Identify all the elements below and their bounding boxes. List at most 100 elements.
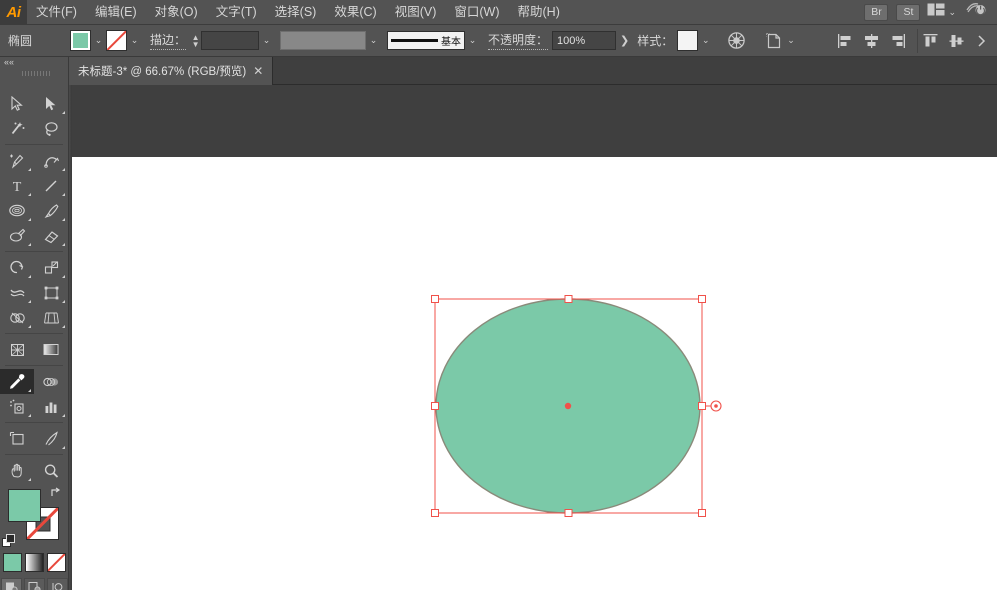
eyedropper-tool[interactable] bbox=[0, 369, 34, 394]
selection-handle[interactable] bbox=[698, 509, 706, 517]
selection-handle[interactable] bbox=[431, 295, 439, 303]
tool-more-indicator-icon bbox=[28, 193, 31, 196]
color-mode-button[interactable] bbox=[2, 553, 22, 572]
blend-icon bbox=[42, 374, 60, 390]
none-mode-button[interactable] bbox=[46, 553, 66, 572]
align-left-icon[interactable] bbox=[832, 29, 858, 53]
fill-color-swatch[interactable] bbox=[70, 30, 92, 51]
menu-help[interactable]: 帮助(H) bbox=[509, 0, 569, 25]
draw-behind-button[interactable] bbox=[23, 578, 45, 590]
scale-tool[interactable] bbox=[34, 255, 68, 280]
free-transform-tool[interactable] bbox=[34, 280, 68, 305]
symbol-sprayer-tool[interactable] bbox=[0, 394, 34, 419]
stock-button[interactable]: St bbox=[896, 3, 921, 21]
gradient-tool[interactable] bbox=[34, 337, 68, 362]
slice-tool[interactable] bbox=[34, 426, 68, 451]
hand-tool[interactable] bbox=[0, 458, 34, 483]
selection-handle[interactable] bbox=[564, 509, 573, 517]
selection-tool[interactable] bbox=[0, 91, 34, 116]
brush-definition-chevron-down-icon[interactable]: ⌄ bbox=[465, 30, 480, 51]
close-icon[interactable]: ✕ bbox=[253, 65, 263, 77]
perspective-grid-tool[interactable] bbox=[34, 305, 68, 330]
tool-more-indicator-icon bbox=[28, 300, 31, 303]
draw-normal-button[interactable] bbox=[0, 578, 22, 590]
align-right-icon[interactable] bbox=[884, 29, 910, 53]
width-tool[interactable] bbox=[0, 280, 34, 305]
artboard-tool[interactable] bbox=[0, 426, 34, 451]
workspace-switcher[interactable]: ⌄ bbox=[927, 3, 956, 21]
blend-tool[interactable] bbox=[34, 369, 68, 394]
eraser-tool[interactable] bbox=[34, 223, 68, 248]
menu-type[interactable]: 文字(T) bbox=[207, 0, 266, 25]
selection-handle[interactable] bbox=[698, 402, 706, 410]
shaper-tool[interactable] bbox=[0, 223, 34, 248]
draw-inside-button[interactable] bbox=[46, 578, 68, 590]
magic-wand-icon bbox=[9, 121, 26, 137]
type-tool[interactable]: T bbox=[0, 173, 34, 198]
lasso-tool[interactable] bbox=[34, 116, 68, 141]
stroke-color-swatch[interactable] bbox=[106, 30, 128, 51]
swap-fill-stroke-icon[interactable] bbox=[50, 487, 63, 503]
style-chevron-down-icon[interactable]: ⌄ bbox=[698, 30, 713, 51]
stroke-weight-stepper[interactable]: ▲ ▼ bbox=[190, 30, 201, 51]
variable-width-profile-input[interactable] bbox=[280, 31, 367, 50]
tools-panel-header: «« bbox=[0, 57, 68, 76]
selection-arrow-icon bbox=[9, 95, 25, 112]
menu-window[interactable]: 窗口(W) bbox=[445, 0, 508, 25]
selection-handle[interactable] bbox=[431, 402, 439, 410]
selection-handle[interactable] bbox=[698, 295, 706, 303]
magic-wand-tool[interactable] bbox=[0, 116, 34, 141]
selection-handle[interactable] bbox=[564, 295, 573, 303]
panel-overflow-icon[interactable] bbox=[969, 29, 995, 53]
curvature-tool[interactable] bbox=[34, 148, 68, 173]
zoom-tool[interactable] bbox=[34, 458, 68, 483]
eraser-icon bbox=[43, 228, 60, 244]
direct-selection-arrow-icon bbox=[43, 96, 59, 112]
brush-definition-select[interactable]: 基本 bbox=[387, 31, 466, 50]
selection-handle[interactable] bbox=[431, 509, 439, 517]
stroke-weight-chevron-down-icon[interactable]: ⌄ bbox=[259, 30, 274, 51]
align-top-icon[interactable] bbox=[917, 28, 943, 53]
fill-indicator-swatch[interactable] bbox=[8, 489, 41, 522]
collapse-panel-icon[interactable]: «« bbox=[4, 58, 14, 67]
align-center-horizontal-icon[interactable] bbox=[858, 29, 884, 53]
tool-more-indicator-icon bbox=[62, 193, 65, 196]
stroke-weight-input[interactable] bbox=[201, 31, 260, 50]
graphic-style-swatch[interactable] bbox=[677, 30, 699, 51]
paintbrush-tool[interactable] bbox=[34, 198, 68, 223]
stroke-chevron-down-icon[interactable]: ⌄ bbox=[127, 30, 142, 51]
menu-view[interactable]: 视图(V) bbox=[386, 0, 446, 25]
document-setup-icon[interactable] bbox=[761, 29, 787, 53]
document-canvas-area[interactable] bbox=[69, 85, 997, 590]
bridge-button[interactable]: Br bbox=[864, 3, 889, 21]
align-center-vertical-icon[interactable] bbox=[943, 29, 969, 53]
opacity-options-arrow-icon[interactable]: ❯ bbox=[616, 34, 633, 47]
gradient-mode-button[interactable] bbox=[24, 553, 44, 572]
document-tab[interactable]: 未标题-3* @ 66.67% (RGB/预览) ✕ bbox=[69, 57, 274, 85]
tool-more-indicator-icon bbox=[28, 168, 31, 171]
menu-file[interactable]: 文件(F) bbox=[27, 0, 86, 25]
rotate-tool[interactable] bbox=[0, 255, 34, 280]
direct-selection-tool[interactable] bbox=[34, 91, 68, 116]
tool-group-divider bbox=[5, 365, 63, 366]
recolor-artwork-icon[interactable] bbox=[723, 29, 749, 53]
mesh-tool[interactable] bbox=[0, 337, 34, 362]
shape-center-point bbox=[564, 402, 572, 410]
pen-tool[interactable] bbox=[0, 148, 34, 173]
shape-builder-tool[interactable] bbox=[0, 305, 34, 330]
column-graph-tool[interactable] bbox=[34, 394, 68, 419]
fill-chevron-down-icon[interactable]: ⌄ bbox=[91, 30, 106, 51]
menu-effect[interactable]: 效果(C) bbox=[325, 0, 385, 25]
ellipse-tool[interactable] bbox=[0, 198, 34, 223]
menu-select[interactable]: 选择(S) bbox=[266, 0, 326, 25]
default-fill-stroke-icon[interactable] bbox=[2, 534, 15, 547]
opacity-input[interactable]: 100% bbox=[552, 31, 617, 50]
tool-group-divider bbox=[5, 422, 63, 423]
menu-edit[interactable]: 编辑(E) bbox=[86, 0, 146, 25]
tools-panel-drag-handle[interactable] bbox=[22, 71, 50, 76]
menu-object[interactable]: 对象(O) bbox=[146, 0, 207, 25]
variable-width-chevron-down-icon[interactable]: ⌄ bbox=[366, 30, 381, 51]
power-icon[interactable] bbox=[965, 1, 987, 23]
document-setup-chevron-down-icon[interactable]: ⌄ bbox=[787, 35, 795, 46]
line-segment-tool[interactable] bbox=[34, 173, 68, 198]
